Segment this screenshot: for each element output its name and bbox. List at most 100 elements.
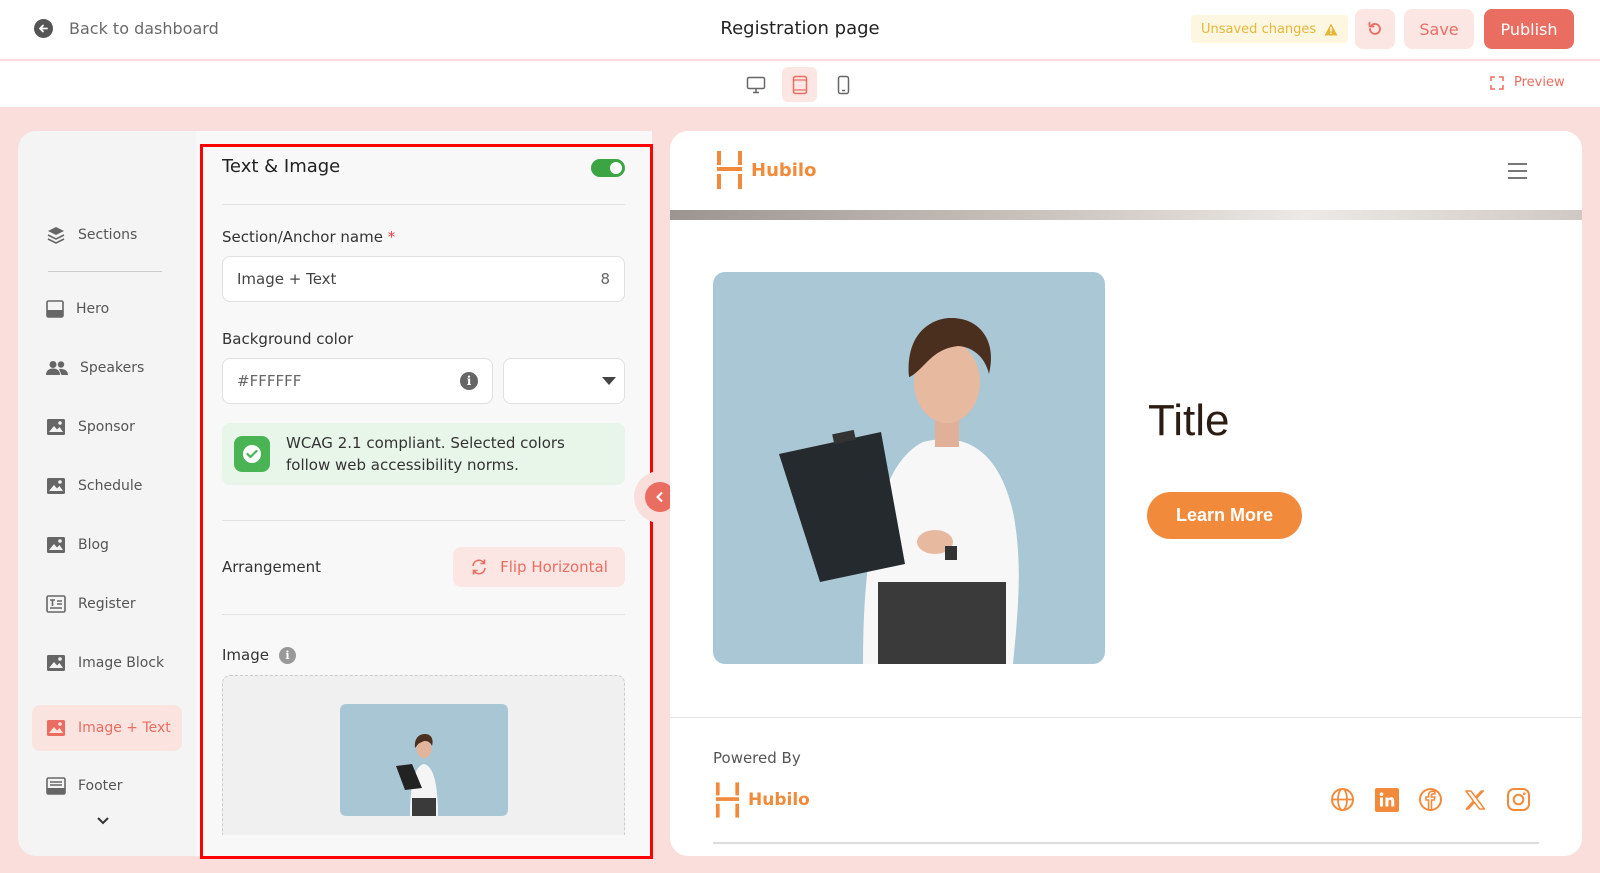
sidebar-item-schedule[interactable]: Schedule bbox=[32, 463, 182, 509]
image-label: Image i bbox=[222, 646, 296, 664]
image-icon bbox=[47, 720, 65, 736]
facebook-icon[interactable] bbox=[1418, 787, 1443, 812]
info-icon[interactable]: i bbox=[460, 372, 478, 390]
background-color-value: #FFFFFF bbox=[237, 372, 302, 390]
wcag-compliance-notice: WCAG 2.1 compliant. Selected colors foll… bbox=[222, 423, 625, 485]
flip-horizontal-button[interactable]: Flip Horizontal bbox=[453, 547, 625, 587]
sidebar-item-image-text[interactable]: Image + Text bbox=[32, 705, 182, 751]
layers-icon bbox=[47, 227, 65, 244]
device-toolbar: Preview bbox=[0, 61, 1600, 107]
color-picker-dropdown[interactable] bbox=[503, 358, 625, 404]
scroll-down-chevron-icon[interactable] bbox=[96, 811, 110, 830]
learn-more-button[interactable]: Learn More bbox=[1147, 492, 1302, 539]
publish-button[interactable]: Publish bbox=[1484, 9, 1574, 49]
sidebar-item-label: Image Block bbox=[78, 655, 165, 671]
users-icon bbox=[46, 361, 68, 375]
sidebar-item-label: Sponsor bbox=[78, 419, 135, 435]
sidebar-item-footer[interactable]: Footer bbox=[32, 763, 182, 809]
sidebar-item-image-block[interactable]: Image Block bbox=[32, 640, 182, 686]
sidebar-item-hero[interactable]: Hero bbox=[32, 286, 182, 332]
tablet-icon bbox=[792, 75, 807, 94]
preview-button[interactable]: Preview bbox=[1490, 75, 1565, 90]
instagram-icon[interactable] bbox=[1506, 787, 1531, 812]
brand-name: Hubilo bbox=[751, 159, 817, 181]
image-icon bbox=[47, 419, 65, 435]
register-icon bbox=[46, 595, 66, 613]
sidebar-item-label: Schedule bbox=[78, 478, 143, 494]
undo-button[interactable] bbox=[1355, 9, 1395, 49]
sidebar-item-label: Register bbox=[78, 596, 136, 612]
panel-title: Text & Image bbox=[222, 156, 341, 177]
char-counter: 8 bbox=[600, 270, 610, 288]
linkedin-icon[interactable] bbox=[1374, 787, 1399, 812]
sidebar-item-speakers[interactable]: Speakers bbox=[32, 345, 182, 391]
section-sidebar: Sections Hero Speakers Sponsor Schedule … bbox=[18, 131, 196, 856]
footer-brand-name: Hubilo bbox=[748, 790, 810, 810]
refresh-icon bbox=[472, 559, 486, 575]
image-upload-area[interactable] bbox=[222, 675, 625, 835]
footer-icon bbox=[46, 777, 66, 795]
page-preview-canvas: Hubilo Title Learn More Powered By Hubil… bbox=[670, 131, 1582, 856]
verified-check-icon bbox=[234, 436, 270, 472]
globe-icon[interactable] bbox=[1330, 787, 1355, 812]
image-thumbnail bbox=[340, 704, 508, 816]
brand-logo[interactable]: Hubilo bbox=[716, 151, 816, 189]
powered-by-label: Powered By bbox=[713, 749, 801, 767]
sidebar-item-sponsor[interactable]: Sponsor bbox=[32, 404, 182, 450]
background-color-input[interactable]: #FFFFFF i bbox=[222, 358, 493, 404]
hero-image bbox=[713, 272, 1105, 664]
info-icon[interactable]: i bbox=[278, 646, 296, 664]
flip-label: Flip Horizontal bbox=[500, 558, 608, 576]
top-bar: Back to dashboard Registration page Unsa… bbox=[0, 0, 1600, 60]
footer-bottom-line bbox=[713, 842, 1539, 844]
desktop-icon bbox=[746, 76, 765, 93]
sidebar-item-label: Image + Text bbox=[78, 720, 171, 736]
save-button[interactable]: Save bbox=[1404, 9, 1474, 49]
anchor-name-label: Section/Anchor name * bbox=[222, 228, 396, 246]
required-marker: * bbox=[387, 228, 396, 246]
panel-divider bbox=[222, 204, 625, 205]
background-color-label: Background color bbox=[222, 330, 354, 348]
chevron-down-icon bbox=[602, 377, 616, 385]
desktop-view-button[interactable] bbox=[738, 67, 773, 102]
hero-icon bbox=[46, 300, 64, 318]
hubilo-logo-icon bbox=[715, 782, 740, 818]
x-icon[interactable] bbox=[1462, 787, 1487, 812]
unsaved-label: Unsaved changes bbox=[1201, 21, 1317, 37]
sidebar-item-label: Blog bbox=[78, 537, 109, 553]
section-title[interactable]: Title bbox=[1148, 396, 1230, 446]
arrangement-label: Arrangement bbox=[222, 558, 322, 576]
anchor-name-value: Image + Text bbox=[237, 270, 337, 288]
anchor-name-input[interactable]: Image + Text 8 bbox=[222, 256, 625, 302]
section-enabled-toggle[interactable] bbox=[591, 159, 625, 177]
unsaved-changes-badge: Unsaved changes bbox=[1191, 15, 1349, 43]
sidebar-item-label: Speakers bbox=[80, 360, 145, 376]
panel-divider bbox=[222, 520, 625, 521]
image-icon bbox=[47, 655, 65, 671]
sidebar-item-label: Sections bbox=[78, 227, 138, 243]
image-icon bbox=[47, 478, 65, 494]
sidebar-item-label: Footer bbox=[78, 778, 123, 794]
hubilo-logo-icon bbox=[717, 151, 742, 189]
mobile-view-button[interactable] bbox=[826, 67, 861, 102]
sidebar-item-label: Hero bbox=[76, 301, 110, 317]
header-gradient-band bbox=[670, 210, 1582, 220]
footer-divider bbox=[670, 717, 1582, 718]
tablet-view-button[interactable] bbox=[782, 67, 817, 102]
sidebar-divider bbox=[48, 271, 162, 272]
mobile-icon bbox=[837, 75, 850, 94]
image-icon bbox=[47, 537, 65, 553]
sidebar-item-blog[interactable]: Blog bbox=[32, 522, 182, 568]
sidebar-item-register[interactable]: Register bbox=[32, 581, 182, 627]
sidebar-item-sections[interactable]: Sections bbox=[32, 212, 182, 258]
social-links bbox=[1330, 787, 1531, 812]
menu-icon[interactable] bbox=[1508, 163, 1527, 184]
color-swatch bbox=[512, 365, 592, 397]
undo-icon bbox=[1368, 21, 1381, 35]
footer-brand-logo[interactable]: Hubilo bbox=[715, 782, 810, 818]
expand-icon bbox=[1490, 75, 1504, 90]
warning-icon bbox=[1324, 23, 1338, 35]
panel-divider bbox=[222, 614, 625, 615]
wcag-text: WCAG 2.1 compliant. Selected colors foll… bbox=[286, 434, 565, 474]
preview-label: Preview bbox=[1514, 75, 1565, 90]
